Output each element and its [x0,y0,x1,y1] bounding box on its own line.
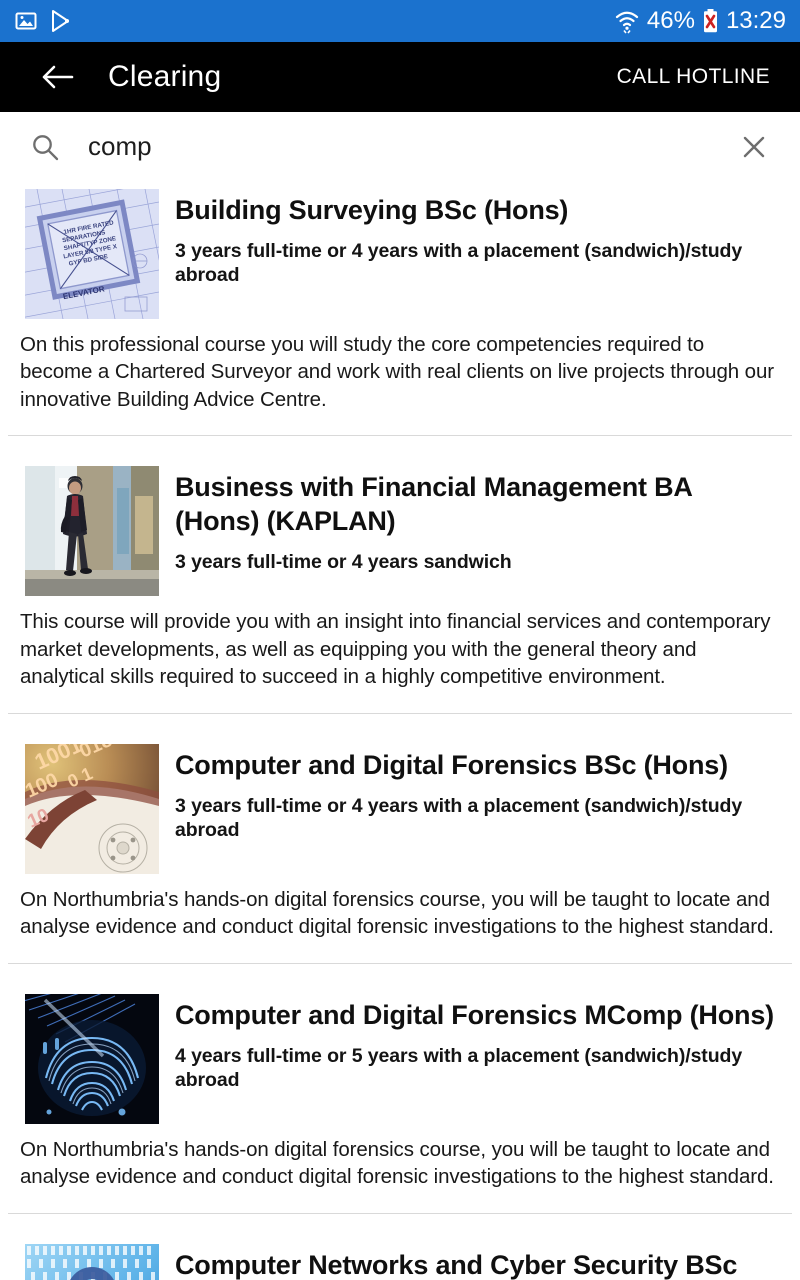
course-title: Computer Networks and Cyber Security BSc… [175,1249,738,1280]
app-bar: Clearing CALL HOTLINE [0,42,800,112]
course-duration: 3 years full-time or 4 years with a plac… [175,240,743,287]
search-bar [0,112,800,181]
clock-label: 13:29 [725,7,786,34]
page-title: Clearing [108,60,222,93]
course-title: Computer and Digital Forensics BSc (Hons… [175,749,728,780]
course-duration: 4 years full-time or 5 years with a plac… [175,1044,743,1092]
search-input[interactable] [88,131,734,162]
course-thumbnail: 1001 018 100 0 1 10 [25,743,159,874]
course-text-block: Computer and Digital Forensics MComp (Ho… [175,994,778,1093]
course-description: On Northumbria's hands-on digital forens… [20,1137,774,1189]
blueprint-elevator-plan-image: 1HR FIRE RATED SEPARATIONS SHAFT/TYP ZON… [25,189,159,319]
student-in-corridor-photo-image [25,466,159,597]
list-item[interactable]: Computer Networks and Cyber Security BSc… [0,1235,800,1280]
list-item[interactable]: 1HR FIRE RATED SEPARATIONS SHAFT/TYP ZON… [0,181,800,437]
course-text-block: Building Surveying BSc (Hons) 3 years fu… [175,189,778,288]
course-header: 1HR FIRE RATED SEPARATIONS SHAFT/TYP ZON… [0,181,800,319]
wifi-icon [614,8,640,34]
status-bar-left-icons [14,9,72,33]
course-title: Business with Financial Management BA (H… [175,472,692,537]
course-header: Business with Financial Management BA (H… [0,458,800,597]
back-button[interactable] [36,55,80,99]
course-header: Computer Networks and Cyber Security BSc… [0,1236,800,1280]
course-text-block: Computer Networks and Cyber Security BSc… [175,1244,778,1280]
course-text-block: Business with Financial Management BA (H… [175,466,778,574]
course-text-block: Computer and Digital Forensics BSc (Hons… [175,744,778,843]
list-item[interactable]: Business with Financial Management BA (H… [0,458,800,714]
course-list[interactable]: 1HR FIRE RATED SEPARATIONS SHAFT/TYP ZON… [0,181,800,1280]
course-title: Building Surveying BSc (Hons) [175,195,569,225]
course-thumbnail [25,466,159,597]
list-item[interactable]: Computer and Digital Forensics MComp (Ho… [0,985,800,1214]
close-icon [739,132,769,162]
padlock-on-binary-grid-image [25,1243,159,1280]
course-description: This course will provide you with an ins… [20,610,771,689]
clear-search-button[interactable] [734,127,774,167]
course-description: On Northumbria's hands-on digital forens… [20,887,774,939]
back-arrow-icon [41,63,75,91]
course-thumbnail [25,993,159,1124]
course-header: Computer and Digital Forensics MComp (Ho… [0,986,800,1124]
call-hotline-button[interactable]: CALL HOTLINE [613,57,774,97]
status-bar: 46% 13:29 [0,0,800,42]
blue-fingerprint-scan-image [25,993,159,1124]
list-item[interactable]: 1001 018 100 0 1 10 Computer and Digital… [0,735,800,964]
search-icon [28,130,62,164]
course-description: On this professional course you will stu… [20,333,774,411]
course-header: 1001 018 100 0 1 10 Computer and Digital… [0,736,800,874]
course-thumbnail: 1HR FIRE RATED SEPARATIONS SHAFT/TYP ZON… [25,189,159,319]
course-title: Computer and Digital Forensics MComp (Ho… [175,999,774,1030]
battery-percent-label: 46% [646,7,695,34]
battery-alert-icon [702,8,719,34]
course-duration: 3 years full-time or 4 years with a plac… [175,794,743,842]
hard-drive-platter-binary-image: 1001 018 100 0 1 10 [25,743,159,874]
image-icon [14,9,38,33]
course-thumbnail [25,1243,159,1280]
course-duration: 3 years full-time or 4 years sandwich [175,551,512,574]
status-bar-right-icons: 46% 13:29 [614,8,786,34]
play-store-icon [50,9,72,33]
